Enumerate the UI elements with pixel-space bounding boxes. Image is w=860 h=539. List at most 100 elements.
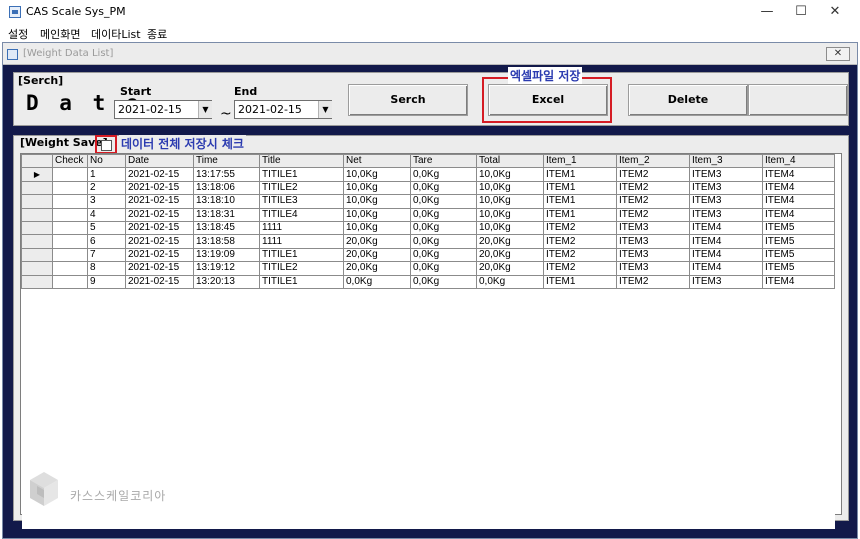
column-header[interactable]: Time	[193, 153, 260, 169]
menu-main-screen[interactable]: 메인화면	[40, 26, 80, 42]
table-cell[interactable]: 20,0Kg	[476, 247, 544, 263]
table-cell[interactable]: 0,0Kg	[410, 180, 477, 196]
table-cell[interactable]	[52, 207, 88, 222]
table-cell[interactable]	[52, 180, 88, 196]
table-cell[interactable]	[52, 274, 88, 289]
table-cell[interactable]	[52, 247, 88, 263]
table-cell[interactable]: TITILE1	[259, 274, 344, 289]
table-cell[interactable]: ITEM2	[543, 261, 617, 276]
table-cell[interactable]: 20,0Kg	[343, 261, 411, 276]
column-header[interactable]: Item_3	[689, 153, 763, 169]
row-selector[interactable]	[21, 261, 53, 276]
table-cell[interactable]: TITILE1	[259, 247, 344, 263]
menu-data-list[interactable]: 데이타List	[91, 26, 141, 42]
table-cell[interactable]: 4	[87, 207, 126, 222]
table-cell[interactable]: ITEM4	[689, 220, 763, 236]
table-cell[interactable]: 7	[87, 247, 126, 263]
table-cell[interactable]: ITEM2	[616, 180, 690, 196]
table-cell[interactable]: 0,0Kg	[410, 220, 477, 236]
table-cell[interactable]: ITEM3	[616, 261, 690, 276]
row-selector[interactable]	[21, 180, 53, 196]
table-cell[interactable]: 13:18:58	[193, 234, 260, 249]
table-cell[interactable]: 10,0Kg	[343, 180, 411, 196]
table-cell[interactable]: ITEM4	[689, 234, 763, 249]
table-cell[interactable]: 2021-02-15	[125, 207, 194, 222]
table-cell[interactable]: 1111	[259, 220, 344, 236]
column-header[interactable]: Net	[343, 153, 411, 169]
table-cell[interactable]: ITEM5	[762, 261, 835, 276]
table-cell[interactable]: ITEM4	[689, 261, 763, 276]
table-cell[interactable]: 1111	[259, 234, 344, 249]
table-cell[interactable]: 2021-02-15	[125, 167, 194, 182]
table-row[interactable]: 9 2021-02-15 13:20:13 TITILE1 0,0Kg 0,0Kg 0,0K…	[21, 274, 835, 289]
table-row[interactable]: 6 2021-02-15 13:18:58 1111 20,0Kg 0,0Kg 20,0Kg…	[21, 234, 835, 249]
table-cell[interactable]: 20,0Kg	[343, 234, 411, 249]
table-cell[interactable]: 3	[87, 194, 126, 209]
table-cell[interactable]	[52, 167, 88, 182]
table-cell[interactable]: 10,0Kg	[476, 207, 544, 222]
table-cell[interactable]: ITEM3	[689, 274, 763, 289]
table-cell[interactable]: ITEM1	[543, 274, 617, 289]
table-cell[interactable]: ITEM2	[616, 207, 690, 222]
table-cell[interactable]: 20,0Kg	[476, 261, 544, 276]
row-selector[interactable]	[21, 207, 53, 222]
row-selector[interactable]: ▶	[21, 167, 53, 182]
table-row[interactable]: ▶ 1 2021-02-15 13:17:55 TITILE1 10,0Kg 0,0Kg 10…	[21, 167, 835, 182]
column-header[interactable]: Item_4	[762, 153, 835, 169]
table-cell[interactable]: TITILE1	[259, 167, 344, 182]
table-cell[interactable]: 5	[87, 220, 126, 236]
table-cell[interactable]: 2021-02-15	[125, 194, 194, 209]
table-row[interactable]: 7 2021-02-15 13:19:09 TITILE1 20,0Kg 0,0Kg 20,…	[21, 247, 835, 263]
end-date-picker[interactable]: 2021-02-15 ▼	[234, 100, 332, 119]
table-cell[interactable]: 10,0Kg	[343, 220, 411, 236]
table-cell[interactable]: ITEM4	[762, 180, 835, 196]
table-cell[interactable]: 9	[87, 274, 126, 289]
table-cell[interactable]: 2021-02-15	[125, 274, 194, 289]
table-cell[interactable]: ITEM3	[616, 234, 690, 249]
table-cell[interactable]: ITEM4	[689, 247, 763, 263]
table-cell[interactable]: 20,0Kg	[476, 234, 544, 249]
table-row[interactable]: 2 2021-02-15 13:18:06 TITILE2 10,0Kg 0,0Kg 10,…	[21, 180, 835, 196]
menu-settings[interactable]: 설정	[8, 26, 28, 42]
table-cell[interactable]: 13:18:31	[193, 207, 260, 222]
table-cell[interactable]: ITEM2	[616, 167, 690, 182]
child-close-button[interactable]: ✕	[826, 47, 850, 61]
table-cell[interactable]: ITEM4	[762, 167, 835, 182]
table-cell[interactable]: 13:19:09	[193, 247, 260, 263]
column-header[interactable]: Total	[476, 153, 544, 169]
table-cell[interactable]: 0,0Kg	[343, 274, 411, 289]
table-cell[interactable]: 10,0Kg	[476, 180, 544, 196]
table-row[interactable]: 3 2021-02-15 13:18:10 TITILE3 10,0Kg 0,0Kg 10,…	[21, 194, 835, 209]
table-cell[interactable]	[52, 234, 88, 249]
table-cell[interactable]: 2021-02-15	[125, 261, 194, 276]
column-header[interactable]: No	[87, 153, 126, 169]
table-cell[interactable]: ITEM4	[762, 194, 835, 209]
table-cell[interactable]: ITEM2	[543, 220, 617, 236]
table-cell[interactable]: ITEM2	[616, 194, 690, 209]
table-cell[interactable]: 2021-02-15	[125, 220, 194, 236]
table-cell[interactable]	[52, 261, 88, 276]
table-cell[interactable]: ITEM3	[689, 194, 763, 209]
table-cell[interactable]: 13:20:13	[193, 274, 260, 289]
table-cell[interactable]: ITEM3	[616, 247, 690, 263]
chevron-down-icon[interactable]: ▼	[318, 101, 332, 118]
table-cell[interactable]: 8	[87, 261, 126, 276]
column-header[interactable]: Tare	[410, 153, 477, 169]
table-cell[interactable]: ITEM3	[689, 180, 763, 196]
table-cell[interactable]: ITEM3	[616, 220, 690, 236]
column-header[interactable]: Item_2	[616, 153, 690, 169]
table-cell[interactable]: 2021-02-15	[125, 234, 194, 249]
table-cell[interactable]: 13:18:06	[193, 180, 260, 196]
table-cell[interactable]: ITEM1	[543, 167, 617, 182]
table-cell[interactable]: 13:18:10	[193, 194, 260, 209]
table-cell[interactable]: 13:19:12	[193, 261, 260, 276]
table-cell[interactable]: 10,0Kg	[476, 167, 544, 182]
table-cell[interactable]: 20,0Kg	[343, 247, 411, 263]
table-cell[interactable]: 0,0Kg	[410, 247, 477, 263]
table-cell[interactable]: 10,0Kg	[476, 220, 544, 236]
table-cell[interactable]	[52, 220, 88, 236]
table-cell[interactable]: ITEM2	[616, 274, 690, 289]
column-header[interactable]: Item_1	[543, 153, 617, 169]
table-cell[interactable]: 13:17:55	[193, 167, 260, 182]
table-cell[interactable]: ITEM3	[689, 167, 763, 182]
